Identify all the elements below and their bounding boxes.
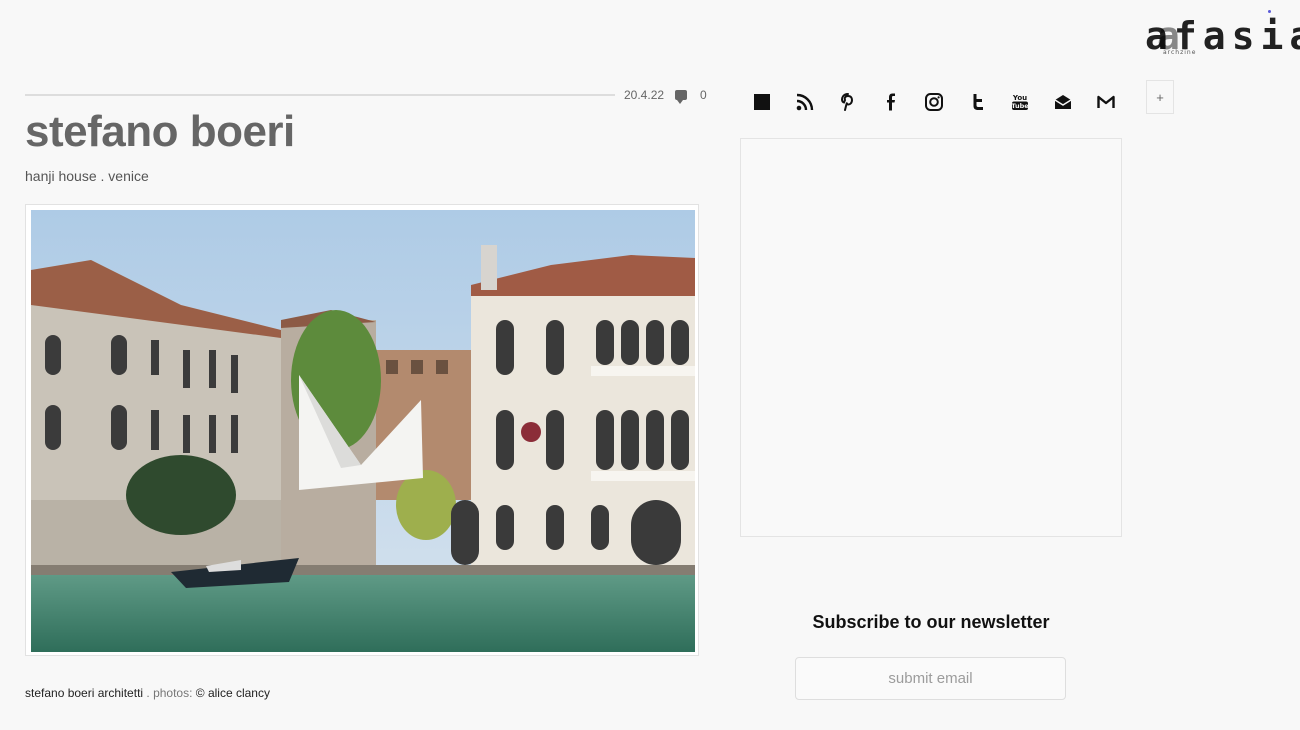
svg-text:You: You	[1012, 94, 1027, 102]
pinterest-icon[interactable]	[838, 92, 858, 112]
page-title: stefano boeri	[25, 107, 295, 156]
rss-icon[interactable]	[795, 92, 815, 112]
caption-credit-link[interactable]: stefano boeri architetti	[25, 686, 143, 700]
more-button[interactable]: +	[1146, 80, 1174, 114]
caption-separator: . photos:	[143, 686, 196, 700]
caption-photographer: © alice clancy	[195, 686, 270, 700]
gmail-icon[interactable]	[1096, 92, 1116, 112]
newsletter-title: Subscribe to our newsletter	[812, 612, 1050, 632]
hero-photo[interactable]	[31, 210, 695, 652]
square-icon[interactable]	[752, 92, 772, 112]
tumblr-icon[interactable]	[967, 92, 987, 112]
youtube-icon[interactable]: You Tube	[1010, 92, 1030, 112]
post-divider	[25, 94, 615, 96]
site-logo[interactable]: afasia a archzine	[1143, 10, 1300, 58]
svg-text:Tube: Tube	[1011, 102, 1029, 110]
newsletter-email-input[interactable]	[795, 657, 1066, 700]
post-meta: 20.4.22 0	[624, 86, 707, 104]
venice-photo-illustration	[31, 210, 695, 652]
comment-count[interactable]: 0	[700, 88, 707, 102]
logo-subtext: archzine	[1163, 49, 1197, 56]
mail-open-icon[interactable]	[1053, 92, 1073, 112]
page-subtitle: hanji house . venice	[25, 168, 149, 184]
social-bar: You Tube	[752, 92, 1116, 112]
photo-caption: stefano boeri architetti . photos: © ali…	[25, 686, 270, 700]
comment-icon[interactable]	[675, 90, 688, 104]
facebook-icon[interactable]	[881, 92, 901, 112]
sidebar-ad-box	[740, 138, 1122, 537]
post-date: 20.4.22	[624, 88, 665, 102]
instagram-icon[interactable]	[924, 92, 944, 112]
logo-dot	[1268, 10, 1271, 13]
